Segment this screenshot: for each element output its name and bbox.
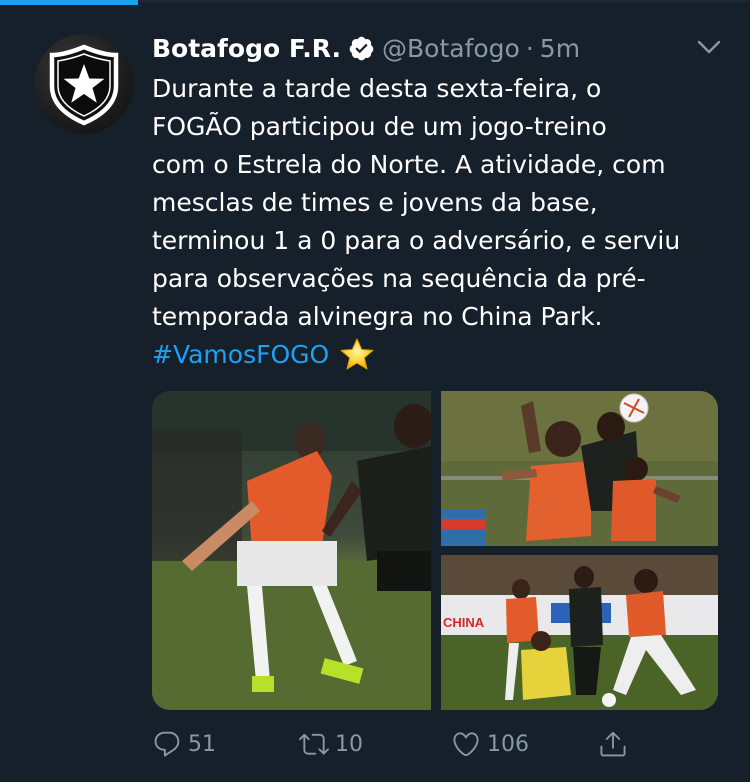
ad-board-text: CHINA [443, 615, 485, 630]
tweet-text-line: terminou 1 a 0 para o adversário, e serv… [152, 226, 681, 255]
hashtag-line: #VamosFOGO [152, 336, 732, 374]
chevron-down-icon[interactable] [695, 35, 723, 59]
reply-count: 51 [188, 731, 216, 757]
photo-2-image [441, 391, 718, 546]
verified-badge-icon [349, 36, 374, 60]
retweet-icon [299, 733, 329, 755]
hashtag-link[interactable]: #VamosFOGO [152, 340, 329, 369]
retweet-count: 10 [335, 731, 363, 757]
tweet-timestamp[interactable]: 5m [540, 34, 580, 63]
like-button[interactable]: 106 [451, 726, 529, 762]
photo-2[interactable] [441, 391, 718, 546]
tweet-text-line: Durante a tarde desta sexta-feira, o [152, 74, 602, 103]
photo-1[interactable] [152, 391, 431, 710]
tweet-text-line: com o Estrela do Norte. A atividade, com [152, 150, 666, 179]
photo-1-image [152, 391, 431, 710]
display-name[interactable]: Botafogo F.R. [152, 34, 341, 63]
separator-dot: · [525, 33, 534, 63]
retweet-button[interactable]: 10 [299, 726, 363, 762]
tweet-text-line: mesclas de times e jovens da base, [152, 188, 598, 217]
like-count: 106 [487, 731, 529, 757]
top-divider [138, 0, 750, 2]
photo-3-image: CHINA [441, 555, 718, 710]
tweet-header: Botafogo F.R. @Botafogo · 5m [152, 30, 580, 66]
botafogo-crest-icon [49, 44, 119, 126]
share-icon [600, 731, 626, 757]
user-handle[interactable]: @Botafogo [382, 34, 520, 63]
tweet-actions: 51 10 106 [152, 726, 712, 762]
tweet-text: Durante a tarde desta sexta-feira, o FOG… [152, 70, 732, 374]
share-button[interactable] [598, 726, 628, 762]
avatar[interactable] [34, 34, 134, 134]
tweet-text-line: FOGÃO participou de um jogo-treino [152, 112, 607, 141]
tweet-text-line: temporada alvinegra no China Park. [152, 302, 603, 331]
progress-bar [0, 0, 138, 5]
tweet-text-line: para observações na sequência da pré- [152, 264, 646, 293]
heart-icon [453, 732, 479, 757]
reply-icon [154, 731, 180, 757]
reply-button[interactable]: 51 [152, 726, 216, 762]
media-grid: CHINA [152, 391, 718, 710]
photo-3[interactable]: CHINA [441, 555, 718, 710]
star-emoji-icon [340, 338, 374, 370]
